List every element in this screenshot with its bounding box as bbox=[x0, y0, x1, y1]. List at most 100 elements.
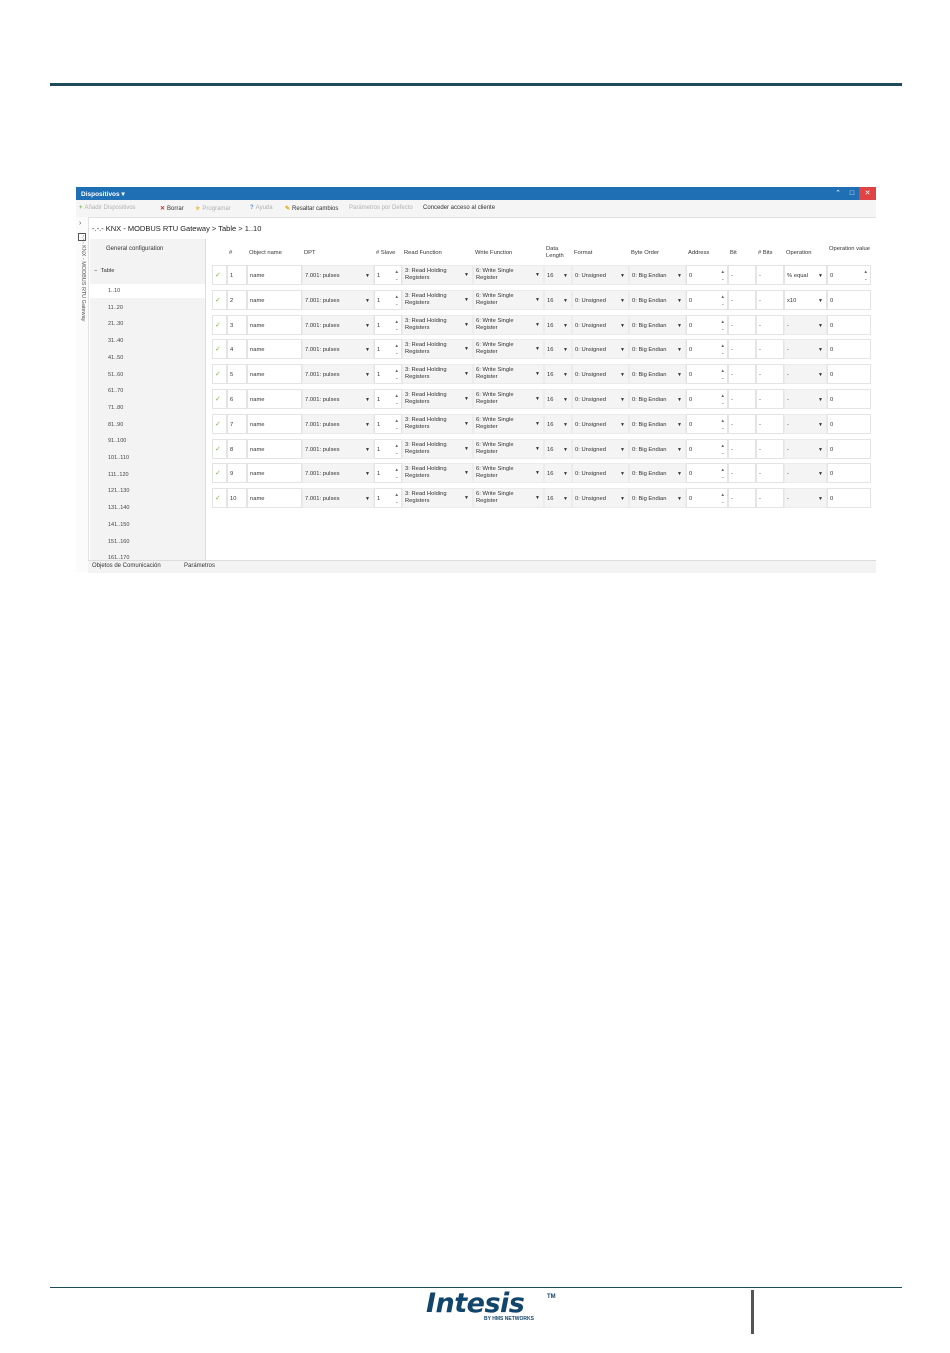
cell-bit[interactable]: - bbox=[728, 438, 756, 459]
cell-bit[interactable]: - bbox=[728, 314, 756, 335]
check-icon[interactable]: ✓ bbox=[215, 272, 221, 279]
cell-order[interactable]: 0: Big Endian ▼ bbox=[629, 488, 686, 509]
row-checkbox[interactable]: ✓ bbox=[212, 463, 227, 484]
dropdown-arrow-icon[interactable]: ▼ bbox=[365, 415, 370, 433]
dropdown-arrow-icon[interactable]: ▼ bbox=[365, 489, 370, 507]
cell-length[interactable]: 16 ▼ bbox=[544, 339, 572, 360]
dropdown-arrow-icon[interactable]: ▼ bbox=[563, 390, 568, 408]
table-row[interactable]: ✓ 3 name 7.001: pulses ▼ 1 ▲ ⌄ 3: Read Holding R… bbox=[212, 314, 872, 337]
cell-read[interactable]: 3: Read Holding Registers ▼ bbox=[402, 438, 473, 459]
cell-write[interactable]: 6: Write Single Register ▼ bbox=[473, 289, 544, 310]
dropdown-arrow-icon[interactable]: ▼ bbox=[464, 272, 469, 279]
dropdown-arrow-icon[interactable]: ▼ bbox=[620, 464, 625, 482]
toolbar-item-3[interactable]: ? Ayuda bbox=[250, 205, 273, 211]
dropdown-arrow-icon[interactable]: ▼ bbox=[464, 297, 469, 304]
spinner-icon[interactable]: ▲ ⌄ bbox=[721, 293, 725, 307]
cell-slave[interactable]: 1 ▲ ⌄ bbox=[374, 438, 402, 459]
cell-num[interactable]: 6 bbox=[227, 389, 247, 409]
cell-name[interactable]: name bbox=[247, 389, 302, 409]
cell-length[interactable]: 16 ▼ bbox=[544, 364, 572, 385]
cell-bits[interactable]: - bbox=[756, 364, 784, 385]
cell-slave[interactable]: 1 ▲ ⌄ bbox=[374, 463, 402, 484]
dropdown-arrow-icon[interactable]: ▼ bbox=[535, 421, 540, 428]
cell-dpt[interactable]: 7.001: pulses ▼ bbox=[302, 364, 374, 385]
toolbar-item-2[interactable]: ★ Programar bbox=[195, 205, 231, 212]
dropdown-arrow-icon[interactable]: ▼ bbox=[464, 421, 469, 428]
cell-name[interactable]: name bbox=[247, 438, 302, 459]
cell-num[interactable]: 2 bbox=[227, 289, 247, 310]
panel-title[interactable]: Dispositivos ▾ bbox=[81, 190, 125, 198]
cell-address[interactable]: 0 ▲ ⌄ bbox=[686, 413, 728, 434]
cell-bit[interactable]: - bbox=[728, 389, 756, 409]
tree-item-range[interactable]: 151..160 bbox=[108, 539, 129, 545]
dropdown-arrow-icon[interactable]: ▼ bbox=[464, 470, 469, 477]
dropdown-arrow-icon[interactable]: ▼ bbox=[677, 365, 682, 383]
dropdown-arrow-icon[interactable]: ▼ bbox=[535, 495, 540, 502]
cell-write[interactable]: 6: Write Single Register ▼ bbox=[473, 389, 544, 409]
tree-item-range[interactable]: 81..90 bbox=[108, 422, 123, 428]
cell-length[interactable]: 16 ▼ bbox=[544, 389, 572, 409]
dropdown-arrow-icon[interactable]: ▼ bbox=[818, 440, 823, 458]
dropdown-arrow-icon[interactable]: ▼ bbox=[535, 396, 540, 403]
cell-write[interactable]: 6: Write Single Register ▼ bbox=[473, 488, 544, 509]
cell-bits[interactable]: - bbox=[756, 265, 784, 285]
cell-name[interactable]: name bbox=[247, 364, 302, 385]
row-checkbox[interactable]: ✓ bbox=[212, 364, 227, 385]
tree-item-range[interactable]: 141..150 bbox=[108, 522, 129, 528]
cell-address[interactable]: 0 ▲ ⌄ bbox=[686, 389, 728, 409]
cell-opval[interactable]: 0 bbox=[827, 314, 871, 335]
cell-bit[interactable]: - bbox=[728, 364, 756, 385]
cell-read[interactable]: 3: Read Holding Registers ▼ bbox=[402, 463, 473, 484]
tree-item-range[interactable]: 91..100 bbox=[108, 438, 126, 444]
cell-name[interactable]: name bbox=[247, 488, 302, 509]
column-header[interactable]: Data Length bbox=[546, 246, 572, 264]
tree-item-range[interactable]: 71..80 bbox=[108, 405, 123, 411]
spinner-icon[interactable]: ▲ ⌄ bbox=[721, 466, 725, 480]
tree-item-range[interactable]: 121..130 bbox=[108, 488, 129, 494]
dropdown-arrow-icon[interactable]: ▼ bbox=[818, 390, 823, 408]
tree-item-range[interactable]: 1..10 bbox=[108, 288, 120, 294]
chevron-right-icon[interactable]: › bbox=[79, 220, 81, 227]
cell-op[interactable]: - ▼ bbox=[784, 438, 827, 459]
spinner-icon[interactable]: ▲ ⌄ bbox=[721, 417, 725, 431]
table-row[interactable]: ✓ 9 name 7.001: pulses ▼ 1 ▲ ⌄ 3: Read Holding R… bbox=[212, 463, 872, 485]
dropdown-arrow-icon[interactable]: ▼ bbox=[464, 346, 469, 353]
dropdown-arrow-icon[interactable]: ▼ bbox=[677, 291, 682, 309]
cell-read[interactable]: 3: Read Holding Registers ▼ bbox=[402, 364, 473, 385]
dropdown-arrow-icon[interactable]: ▼ bbox=[464, 371, 469, 378]
dropdown-arrow-icon[interactable]: ▼ bbox=[620, 440, 625, 458]
cell-num[interactable]: 5 bbox=[227, 364, 247, 385]
cell-read[interactable]: 3: Read Holding Registers ▼ bbox=[402, 314, 473, 335]
cell-name[interactable]: name bbox=[247, 413, 302, 434]
cell-format[interactable]: 0: Unsigned ▼ bbox=[572, 413, 629, 434]
check-icon[interactable]: ✓ bbox=[215, 396, 221, 403]
check-icon[interactable]: ✓ bbox=[215, 322, 221, 329]
check-icon[interactable]: ✓ bbox=[215, 297, 221, 304]
dropdown-arrow-icon[interactable]: ▼ bbox=[535, 371, 540, 378]
cell-address[interactable]: 0 ▲ ⌄ bbox=[686, 463, 728, 484]
cell-order[interactable]: 0: Big Endian ▼ bbox=[629, 314, 686, 335]
dropdown-arrow-icon[interactable]: ▼ bbox=[365, 365, 370, 383]
dropdown-arrow-icon[interactable]: ▼ bbox=[818, 365, 823, 383]
cell-bit[interactable]: - bbox=[728, 339, 756, 360]
cell-write[interactable]: 6: Write Single Register ▼ bbox=[473, 364, 544, 385]
cell-write[interactable]: 6: Write Single Register ▼ bbox=[473, 463, 544, 484]
row-checkbox[interactable]: ✓ bbox=[212, 339, 227, 360]
dropdown-arrow-icon[interactable]: ▼ bbox=[535, 272, 540, 279]
dropdown-arrow-icon[interactable]: ▼ bbox=[818, 266, 823, 284]
table-row[interactable]: ✓ 5 name 7.001: pulses ▼ 1 ▲ ⌄ 3: Read Holding R… bbox=[212, 364, 872, 386]
cell-write[interactable]: 6: Write Single Register ▼ bbox=[473, 314, 544, 335]
cell-op[interactable]: - ▼ bbox=[784, 339, 827, 360]
dropdown-arrow-icon[interactable]: ▼ bbox=[818, 340, 823, 358]
cell-bits[interactable]: - bbox=[756, 438, 784, 459]
row-checkbox[interactable]: ✓ bbox=[212, 389, 227, 409]
dropdown-arrow-icon[interactable]: ▼ bbox=[365, 316, 370, 334]
cell-opval[interactable]: 0 bbox=[827, 413, 871, 434]
dropdown-arrow-icon[interactable]: ▼ bbox=[677, 489, 682, 507]
cell-bits[interactable]: - bbox=[756, 413, 784, 434]
dropdown-arrow-icon[interactable]: ▼ bbox=[464, 495, 469, 502]
cell-bit[interactable]: - bbox=[728, 265, 756, 285]
toolbar-item-0[interactable]: + Añadir Dispositivos bbox=[79, 205, 136, 211]
cell-num[interactable]: 9 bbox=[227, 463, 247, 484]
dropdown-arrow-icon[interactable]: ▼ bbox=[535, 446, 540, 453]
